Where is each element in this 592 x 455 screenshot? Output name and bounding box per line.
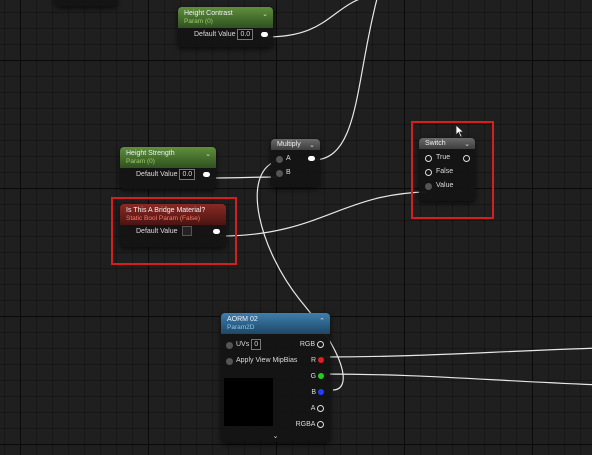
output-row-rgba: RGBA bbox=[296, 418, 324, 432]
highlight-box-switch bbox=[411, 121, 494, 219]
output-row-g: G bbox=[311, 370, 324, 384]
output-row-r: R bbox=[311, 354, 324, 368]
input-pin-a[interactable] bbox=[276, 156, 283, 163]
wire-strength-to-multiply bbox=[207, 176, 278, 179]
default-value-input[interactable]: 0.0 bbox=[237, 28, 254, 40]
output-row-a: A bbox=[311, 402, 324, 416]
default-value-label: Default Value bbox=[194, 31, 236, 38]
output-label-b: B bbox=[311, 389, 317, 396]
output-label-rgba: RGBA bbox=[295, 421, 316, 428]
output-pin-b[interactable] bbox=[318, 389, 324, 396]
node-header[interactable]: AORM 02 Param2D ⌃ bbox=[221, 313, 330, 334]
partial-node-top[interactable] bbox=[55, 0, 117, 6]
wire-bridge-to-switch bbox=[219, 191, 427, 237]
chevron-up-icon[interactable]: ⌃ bbox=[319, 317, 325, 325]
node-title: Height Strength bbox=[126, 150, 175, 157]
expand-chevron-icon[interactable]: ⌄ bbox=[221, 432, 330, 442]
input-row-a: A bbox=[271, 152, 320, 166]
output-pin-rgb[interactable] bbox=[317, 340, 324, 348]
node-header[interactable]: Height Contrast Param (0) ⌄ bbox=[178, 7, 273, 28]
highlight-box-bridge bbox=[111, 197, 237, 265]
node-header[interactable]: Multiply ⌄ bbox=[271, 139, 320, 150]
uvs-label: UVs bbox=[236, 341, 250, 348]
node-title: Height Contrast bbox=[184, 10, 233, 17]
chevron-down-icon[interactable]: ⌄ bbox=[309, 141, 315, 149]
node-aorm-texture[interactable]: AORM 02 Param2D ⌃ UVs 0 Apply View MipBi… bbox=[221, 313, 330, 442]
node-header[interactable]: Height Strength Param (0) ⌄ bbox=[120, 147, 216, 168]
output-label-r: R bbox=[310, 357, 317, 364]
output-label-a: A bbox=[310, 405, 316, 412]
node-body: UVs 0 Apply View MipBias RGB R G B A RGB… bbox=[221, 334, 330, 432]
default-value-label: Default Value bbox=[136, 171, 178, 178]
mip-bias-label: Apply View MipBias bbox=[236, 357, 298, 364]
input-pin-b[interactable] bbox=[276, 170, 283, 177]
chevron-down-icon[interactable]: ⌄ bbox=[262, 10, 268, 18]
default-value-input[interactable]: 0.0 bbox=[179, 168, 196, 180]
output-pin-r[interactable] bbox=[318, 357, 324, 364]
default-value-row: Default Value 0.0 bbox=[178, 28, 273, 42]
node-height-strength[interactable]: Height Strength Param (0) ⌄ Default Valu… bbox=[120, 147, 216, 189]
output-pin[interactable] bbox=[203, 172, 210, 177]
output-pin-g[interactable] bbox=[318, 373, 324, 380]
output-label-g: G bbox=[310, 373, 317, 380]
output-label-rgb: RGB bbox=[299, 341, 316, 348]
output-row-rgb: RGB bbox=[300, 338, 324, 352]
mouse-cursor-icon bbox=[455, 124, 465, 138]
output-pin[interactable] bbox=[261, 32, 268, 37]
texture-preview bbox=[224, 378, 273, 426]
output-pin-rgba[interactable] bbox=[317, 420, 324, 428]
pin-label-b: B bbox=[286, 169, 291, 176]
wire-multiply-out bbox=[312, 0, 378, 161]
node-subtitle: Param2D bbox=[227, 324, 255, 331]
node-title: AORM 02 bbox=[227, 316, 258, 323]
default-value-row: Default Value 0.0 bbox=[120, 168, 216, 182]
node-subtitle: Param (0) bbox=[184, 18, 213, 25]
node-height-contrast[interactable]: Height Contrast Param (0) ⌄ Default Valu… bbox=[178, 7, 273, 47]
node-subtitle: Param (0) bbox=[126, 158, 155, 165]
wire-g-out bbox=[321, 373, 592, 386]
input-pin-uvs[interactable] bbox=[226, 342, 233, 349]
wire-r-out bbox=[321, 347, 592, 358]
wire-height-contrast-out bbox=[265, 0, 360, 38]
uvs-value-input[interactable]: 0 bbox=[251, 338, 262, 350]
pin-label-a: A bbox=[286, 155, 291, 162]
output-pin[interactable] bbox=[308, 156, 315, 161]
node-multiply[interactable]: Multiply ⌄ A B bbox=[271, 139, 320, 187]
input-pin-mip-bias[interactable] bbox=[226, 358, 233, 365]
input-row-b: B bbox=[271, 166, 320, 180]
output-row-b: B bbox=[311, 386, 324, 400]
output-pin-a[interactable] bbox=[317, 404, 324, 412]
chevron-down-icon[interactable]: ⌄ bbox=[205, 150, 211, 158]
